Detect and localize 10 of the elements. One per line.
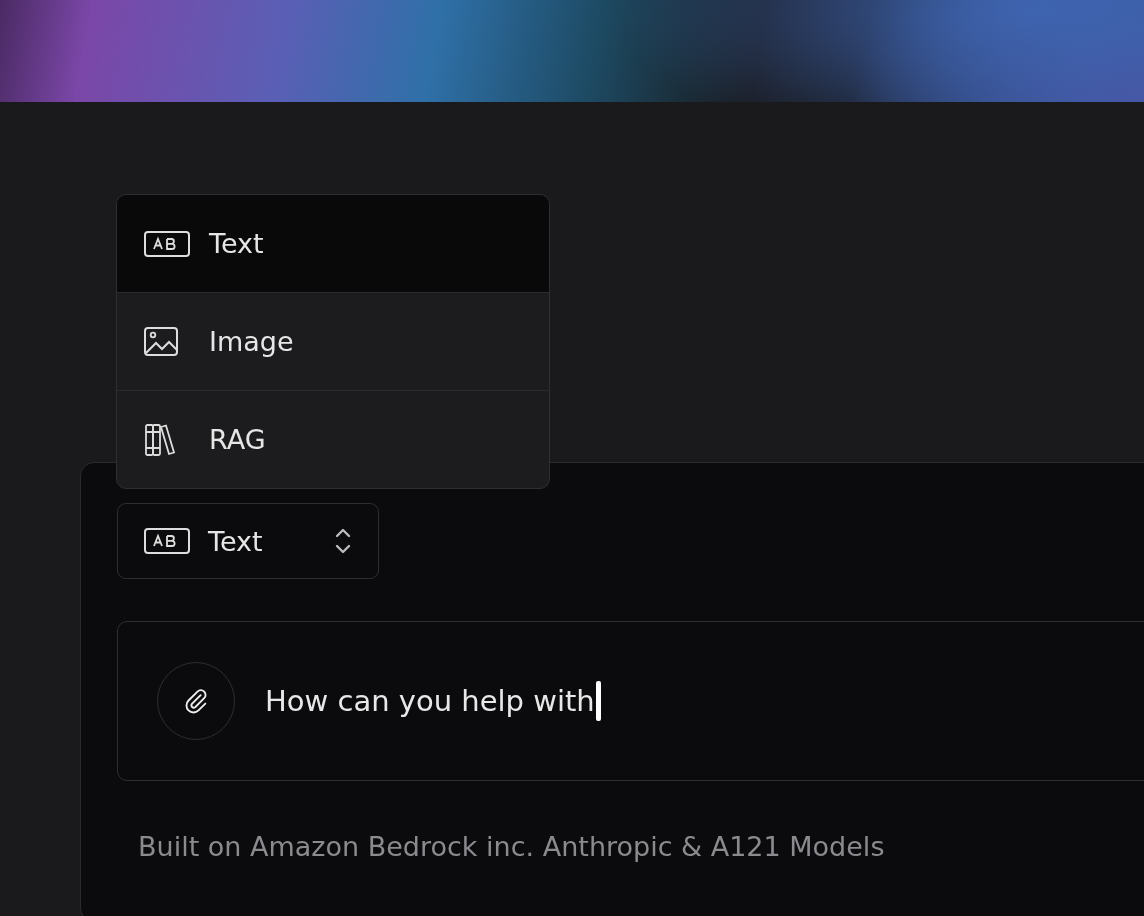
message-input[interactable]: How can you help with xyxy=(265,684,595,718)
footer-note: Built on Amazon Bedrock inc. Anthropic & A121 Models xyxy=(138,831,886,862)
mode-menu-item[interactable]: RAG xyxy=(117,390,549,488)
ab-text-icon xyxy=(144,230,190,257)
mode-menu-item[interactable]: Text xyxy=(117,195,549,292)
ab-text-icon xyxy=(144,528,190,554)
text-cursor xyxy=(595,681,601,721)
mode-selector[interactable]: Text xyxy=(117,503,379,579)
image-icon xyxy=(144,326,180,357)
mode-menu-item[interactable]: Image xyxy=(117,292,549,390)
